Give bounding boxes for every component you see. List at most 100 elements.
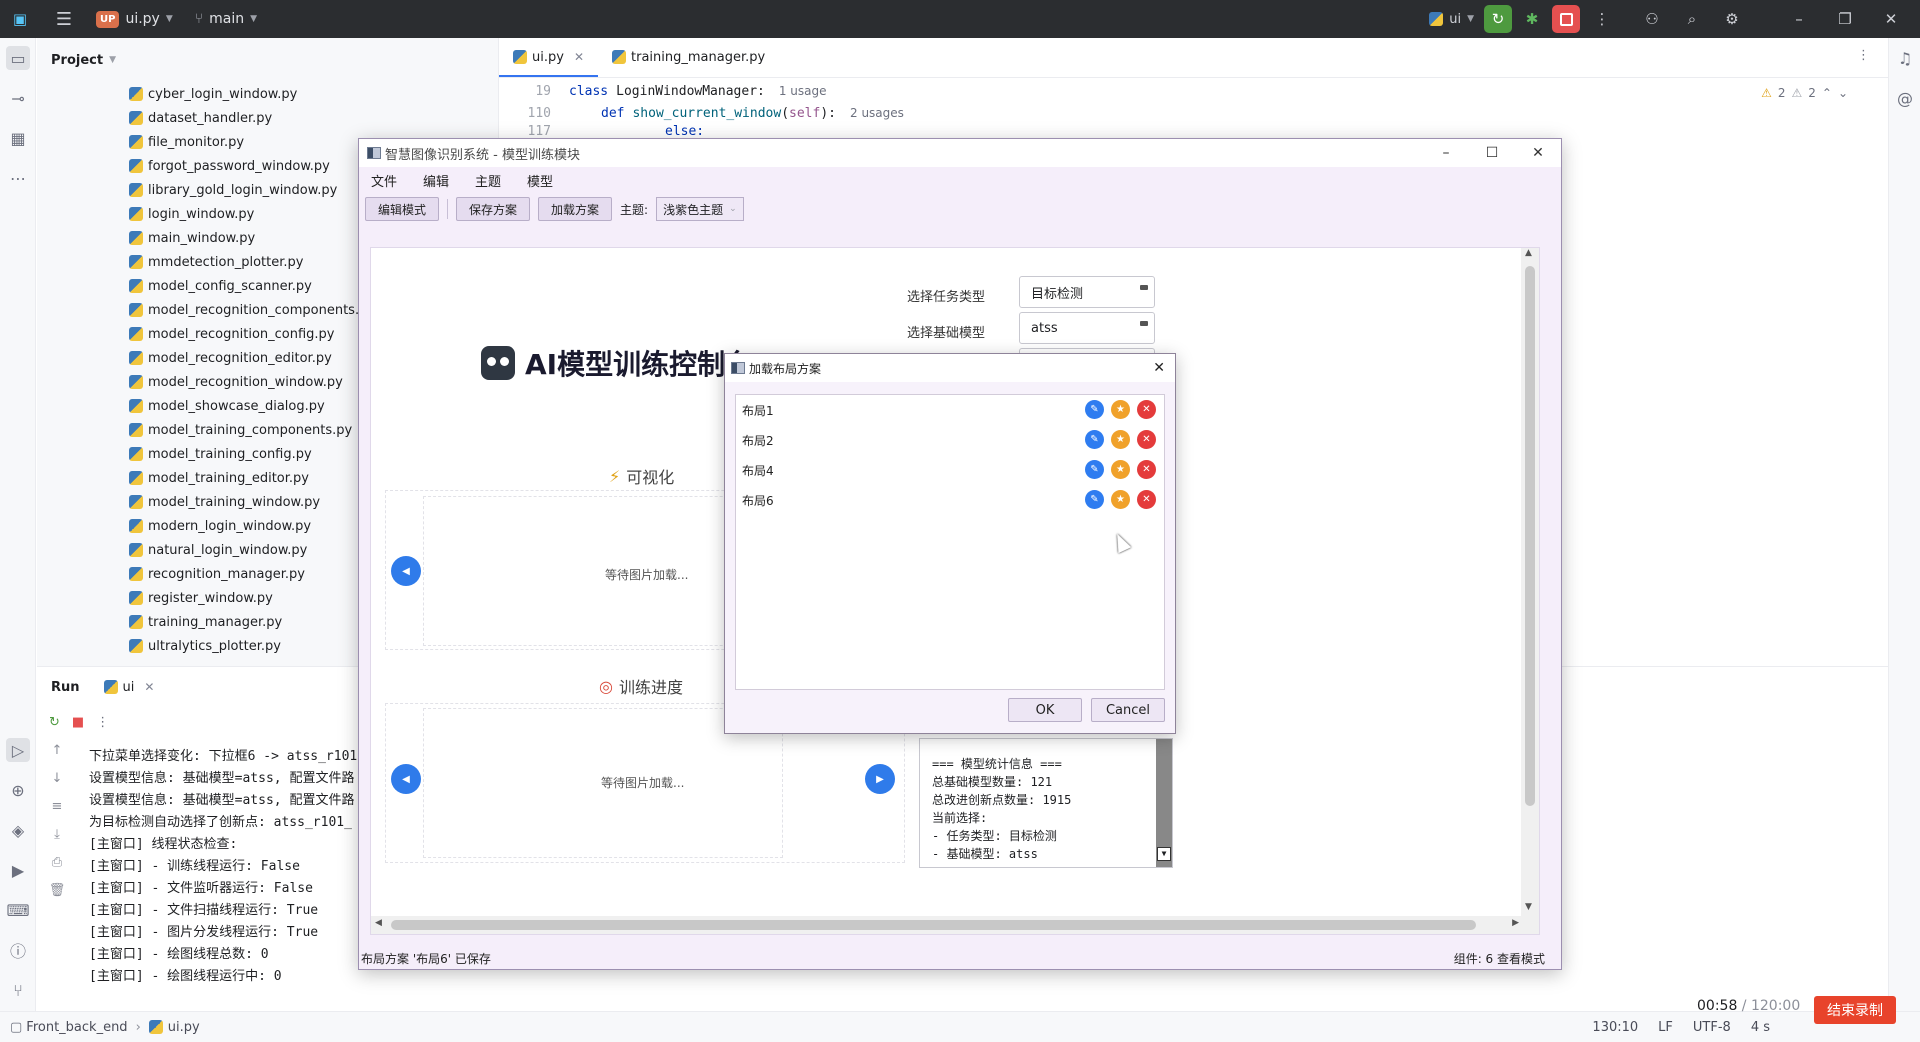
stats-scrollbar[interactable]: ▼ bbox=[1156, 739, 1172, 867]
services-icon[interactable]: ▶ bbox=[6, 858, 30, 882]
chevron-up-icon[interactable]: ⌃ bbox=[1822, 86, 1832, 100]
close-icon[interactable]: ✕ bbox=[1153, 360, 1165, 376]
menu-theme[interactable]: 主题 bbox=[475, 171, 501, 190]
file-tree-item[interactable]: dataset_handler.py bbox=[37, 106, 498, 130]
problems-icon[interactable]: ⓘ bbox=[6, 938, 30, 962]
notifications-icon[interactable]: ♫ bbox=[1893, 46, 1917, 70]
model-stats-textbox[interactable]: === 模型统计信息 === 总基础模型数量: 121 总改进创新点数量: 1915… bbox=[919, 738, 1173, 868]
layout-list-item[interactable]: 布局2 ✎ ★ ✕ bbox=[736, 425, 1164, 455]
delete-layout-button[interactable]: ✕ bbox=[1137, 460, 1156, 479]
main-menu-icon[interactable]: ☰ bbox=[50, 5, 78, 33]
terminal-icon[interactable]: ⌨ bbox=[6, 898, 30, 922]
run-config-selector[interactable]: ui ▼ bbox=[1429, 5, 1474, 33]
search-icon[interactable]: ⌕ bbox=[1678, 5, 1706, 33]
settings-gear-icon[interactable]: ⚙ bbox=[1718, 5, 1746, 33]
minimize-icon[interactable]: – bbox=[1776, 5, 1822, 33]
layout-list-item[interactable]: 布局6 ✎ ★ ✕ bbox=[736, 485, 1164, 515]
theme-select[interactable]: 浅紫色主题 ⌄ bbox=[656, 197, 744, 221]
more-tools-icon[interactable]: ⋯ bbox=[6, 166, 30, 190]
file-encoding[interactable]: UTF-8 bbox=[1693, 1020, 1731, 1035]
breadcrumb-root[interactable]: Front_back_end bbox=[26, 1020, 127, 1035]
restore-icon[interactable]: ❐ bbox=[1822, 5, 1868, 33]
close-icon[interactable]: ✕ bbox=[1515, 139, 1561, 167]
delete-layout-button[interactable]: ✕ bbox=[1137, 400, 1156, 419]
dialog-title-bar[interactable]: 加载布局方案 ✕ bbox=[725, 354, 1175, 382]
structure-icon[interactable]: ▦ bbox=[6, 126, 30, 150]
stop-button[interactable] bbox=[1552, 5, 1580, 33]
scroll-down-icon[interactable]: ▼ bbox=[1525, 902, 1532, 912]
inspection-widget[interactable]: ⚠ 2 ⚠ 2 ⌃ ⌄ bbox=[1761, 86, 1848, 100]
edit-layout-button[interactable]: ✎ bbox=[1085, 400, 1104, 419]
code-line[interactable]: 19 class LoginWindowManager : 1 usage bbox=[499, 80, 827, 102]
ok-button[interactable]: OK bbox=[1008, 698, 1082, 722]
arrow-down-icon[interactable]: ↓ bbox=[37, 767, 77, 789]
edit-mode-button[interactable]: 编辑模式 bbox=[365, 197, 440, 221]
app-title-bar[interactable]: 智慧图像识别系统 - 模型训练模块 – ☐ ✕ bbox=[359, 139, 1561, 167]
debug-button[interactable]: ✱ bbox=[1518, 5, 1546, 33]
cancel-button[interactable]: Cancel bbox=[1091, 698, 1165, 722]
edit-layout-button[interactable]: ✎ bbox=[1085, 490, 1104, 509]
soft-wrap-icon[interactable]: ≡ bbox=[37, 795, 77, 817]
close-icon[interactable]: ✕ bbox=[1868, 5, 1914, 33]
add-user-icon[interactable]: ⚇ bbox=[1638, 5, 1666, 33]
close-tab-icon[interactable]: ✕ bbox=[144, 680, 154, 694]
line-separator[interactable]: LF bbox=[1658, 1020, 1673, 1035]
save-scheme-button[interactable]: 保存方案 bbox=[456, 197, 531, 221]
branch-selector[interactable]: ⑂ main ▼ bbox=[195, 11, 257, 27]
ide-logo-icon[interactable]: ▣ bbox=[6, 5, 34, 33]
code-line[interactable]: 110 def show_current_window ( self ): 2 … bbox=[499, 102, 904, 124]
caret-position[interactable]: 130:10 bbox=[1592, 1020, 1638, 1035]
favorite-layout-button[interactable]: ★ bbox=[1111, 490, 1130, 509]
run-tool-icon[interactable]: ▷ bbox=[6, 738, 30, 762]
trash-icon[interactable]: 🗑 bbox=[37, 879, 77, 901]
rerun-button[interactable]: ↻ bbox=[1484, 5, 1512, 33]
canvas-horizontal-scrollbar[interactable]: ◀ ▶ bbox=[371, 916, 1523, 934]
delete-layout-button[interactable]: ✕ bbox=[1137, 430, 1156, 449]
edit-layout-button[interactable]: ✎ bbox=[1085, 430, 1104, 449]
rerun-icon[interactable]: ↻ bbox=[49, 715, 60, 730]
scrollbar-thumb[interactable] bbox=[1525, 266, 1535, 806]
prev-image-button[interactable]: ◀ bbox=[391, 764, 421, 794]
ai-assistant-icon[interactable]: @ bbox=[1893, 86, 1917, 110]
breadcrumb-file[interactable]: ui.py bbox=[168, 1020, 200, 1035]
scroll-right-icon[interactable]: ▶ bbox=[1512, 918, 1519, 928]
load-scheme-button[interactable]: 加载方案 bbox=[538, 197, 613, 221]
layers-icon[interactable]: ◈ bbox=[6, 818, 30, 842]
indent-setting[interactable]: 4 s bbox=[1751, 1020, 1770, 1035]
project-panel-header[interactable]: Project ▼ bbox=[37, 38, 498, 82]
task-type-select[interactable]: 目标检测 bbox=[1019, 276, 1155, 308]
arrow-up-icon[interactable]: ↑ bbox=[37, 739, 77, 761]
run-tab[interactable]: ui ✕ bbox=[103, 680, 154, 695]
more-actions-icon[interactable]: ⋮ bbox=[1588, 5, 1616, 33]
scroll-left-icon[interactable]: ◀ bbox=[375, 918, 382, 928]
favorite-layout-button[interactable]: ★ bbox=[1111, 400, 1130, 419]
base-model-select[interactable]: atss bbox=[1019, 312, 1155, 344]
stop-icon[interactable]: ■ bbox=[72, 715, 84, 730]
canvas-vertical-scrollbar[interactable]: ▲ ▼ bbox=[1521, 248, 1539, 934]
commit-icon[interactable]: ⊸ bbox=[6, 86, 30, 110]
edit-layout-button[interactable]: ✎ bbox=[1085, 460, 1104, 479]
tab-menu-icon[interactable]: ⋮ bbox=[1857, 48, 1870, 63]
delete-layout-button[interactable]: ✕ bbox=[1137, 490, 1156, 509]
scrollbar-thumb[interactable] bbox=[391, 920, 1476, 930]
folder-icon[interactable]: ▭ bbox=[6, 46, 30, 70]
tab-ui-py[interactable]: ui.py ✕ bbox=[499, 37, 598, 77]
next-image-button[interactable]: ▶ bbox=[865, 764, 895, 794]
layout-list-item[interactable]: 布局4 ✎ ★ ✕ bbox=[736, 455, 1164, 485]
scroll-down-icon[interactable]: ▼ bbox=[1157, 847, 1171, 861]
chevron-down-icon[interactable]: ⌄ bbox=[1838, 86, 1848, 100]
python-console-icon[interactable]: ⊕ bbox=[6, 778, 30, 802]
file-tree-item[interactable]: cyber_login_window.py bbox=[37, 82, 498, 106]
maximize-icon[interactable]: ☐ bbox=[1469, 139, 1515, 167]
menu-model[interactable]: 模型 bbox=[527, 171, 553, 190]
prev-image-button[interactable]: ◀ bbox=[391, 556, 421, 586]
usage-hint[interactable]: 1 usage bbox=[779, 84, 827, 98]
scroll-up-icon[interactable]: ▲ bbox=[1525, 248, 1532, 258]
favorite-layout-button[interactable]: ★ bbox=[1111, 460, 1130, 479]
scroll-end-icon[interactable]: ⤓ bbox=[37, 823, 77, 845]
git-icon[interactable]: ⑂ bbox=[6, 978, 30, 1002]
favorite-layout-button[interactable]: ★ bbox=[1111, 430, 1130, 449]
stop-recording-button[interactable]: 结束录制 bbox=[1814, 996, 1896, 1024]
minimize-icon[interactable]: – bbox=[1423, 139, 1469, 167]
more-options-icon[interactable]: ⋮ bbox=[96, 715, 109, 730]
